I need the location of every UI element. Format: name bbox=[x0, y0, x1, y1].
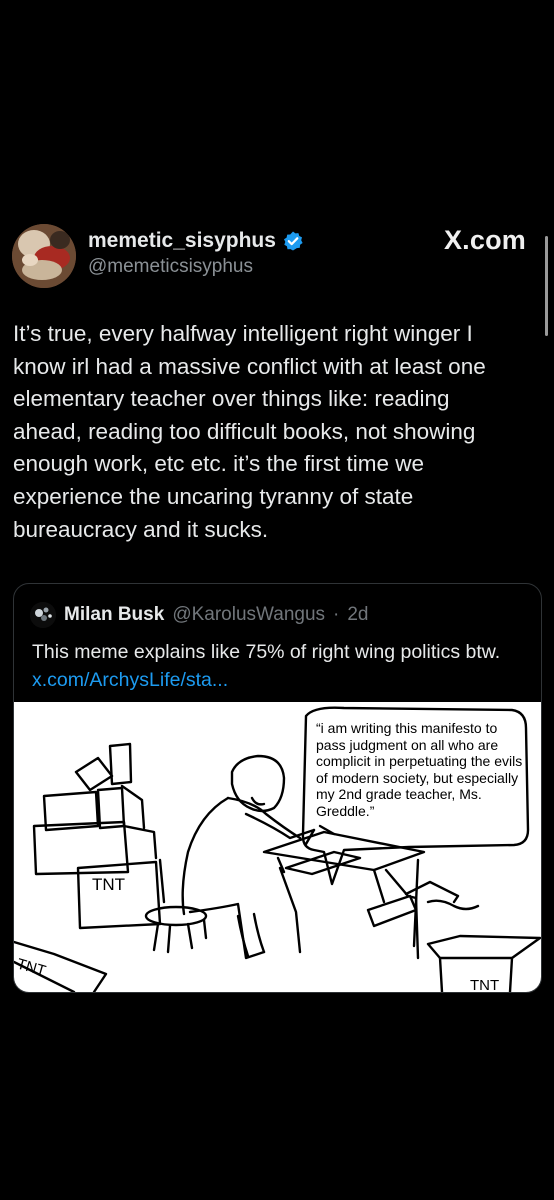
xcom-watermark: X.com bbox=[443, 225, 526, 255]
tnt-label-2: TNT bbox=[15, 956, 48, 980]
verified-badge-icon bbox=[283, 231, 303, 251]
quoted-tweet[interactable]: Milan Busk @KarolusWangus · 2d This meme… bbox=[13, 583, 542, 993]
quoted-author-name[interactable]: Milan Busk bbox=[64, 604, 164, 626]
meme-image[interactable]: TNT TNT TNT “i am writing this manifesto… bbox=[14, 702, 541, 992]
quoted-author-avatar[interactable] bbox=[30, 602, 56, 628]
avatar-painting-icon bbox=[12, 224, 76, 288]
quoted-link[interactable]: x.com/ArchysLife/sta... bbox=[32, 669, 228, 691]
quoted-timestamp[interactable]: 2d bbox=[347, 604, 368, 626]
speech-bubble-text: “i am writing this manifesto to pass jud… bbox=[316, 720, 523, 819]
quoted-tweet-header: Milan Busk @KarolusWangus · 2d bbox=[30, 602, 369, 628]
tweet-text: It’s true, every halfway intelligent rig… bbox=[13, 321, 486, 542]
author-name-row: memetic_sisyphus bbox=[88, 229, 304, 253]
tweet: memetic_sisyphus @memeticsisyphus X.com … bbox=[0, 0, 554, 1200]
tnt-label-1: TNT bbox=[92, 875, 125, 894]
tnt-label-3: TNT bbox=[470, 977, 499, 992]
scrollbar[interactable] bbox=[545, 236, 548, 336]
author-handle[interactable]: @memeticsisyphus bbox=[88, 256, 253, 278]
author-avatar[interactable] bbox=[12, 224, 76, 288]
quoted-avatar-icon bbox=[30, 602, 56, 628]
author-display-name[interactable]: memetic_sisyphus bbox=[88, 229, 276, 253]
quoted-separator: · bbox=[333, 604, 340, 625]
quoted-tweet-text: This meme explains like 75% of right win… bbox=[32, 638, 532, 694]
quoted-text-body: This meme explains like 75% of right win… bbox=[32, 641, 501, 663]
quoted-author-handle[interactable]: @KarolusWangus bbox=[172, 604, 325, 626]
